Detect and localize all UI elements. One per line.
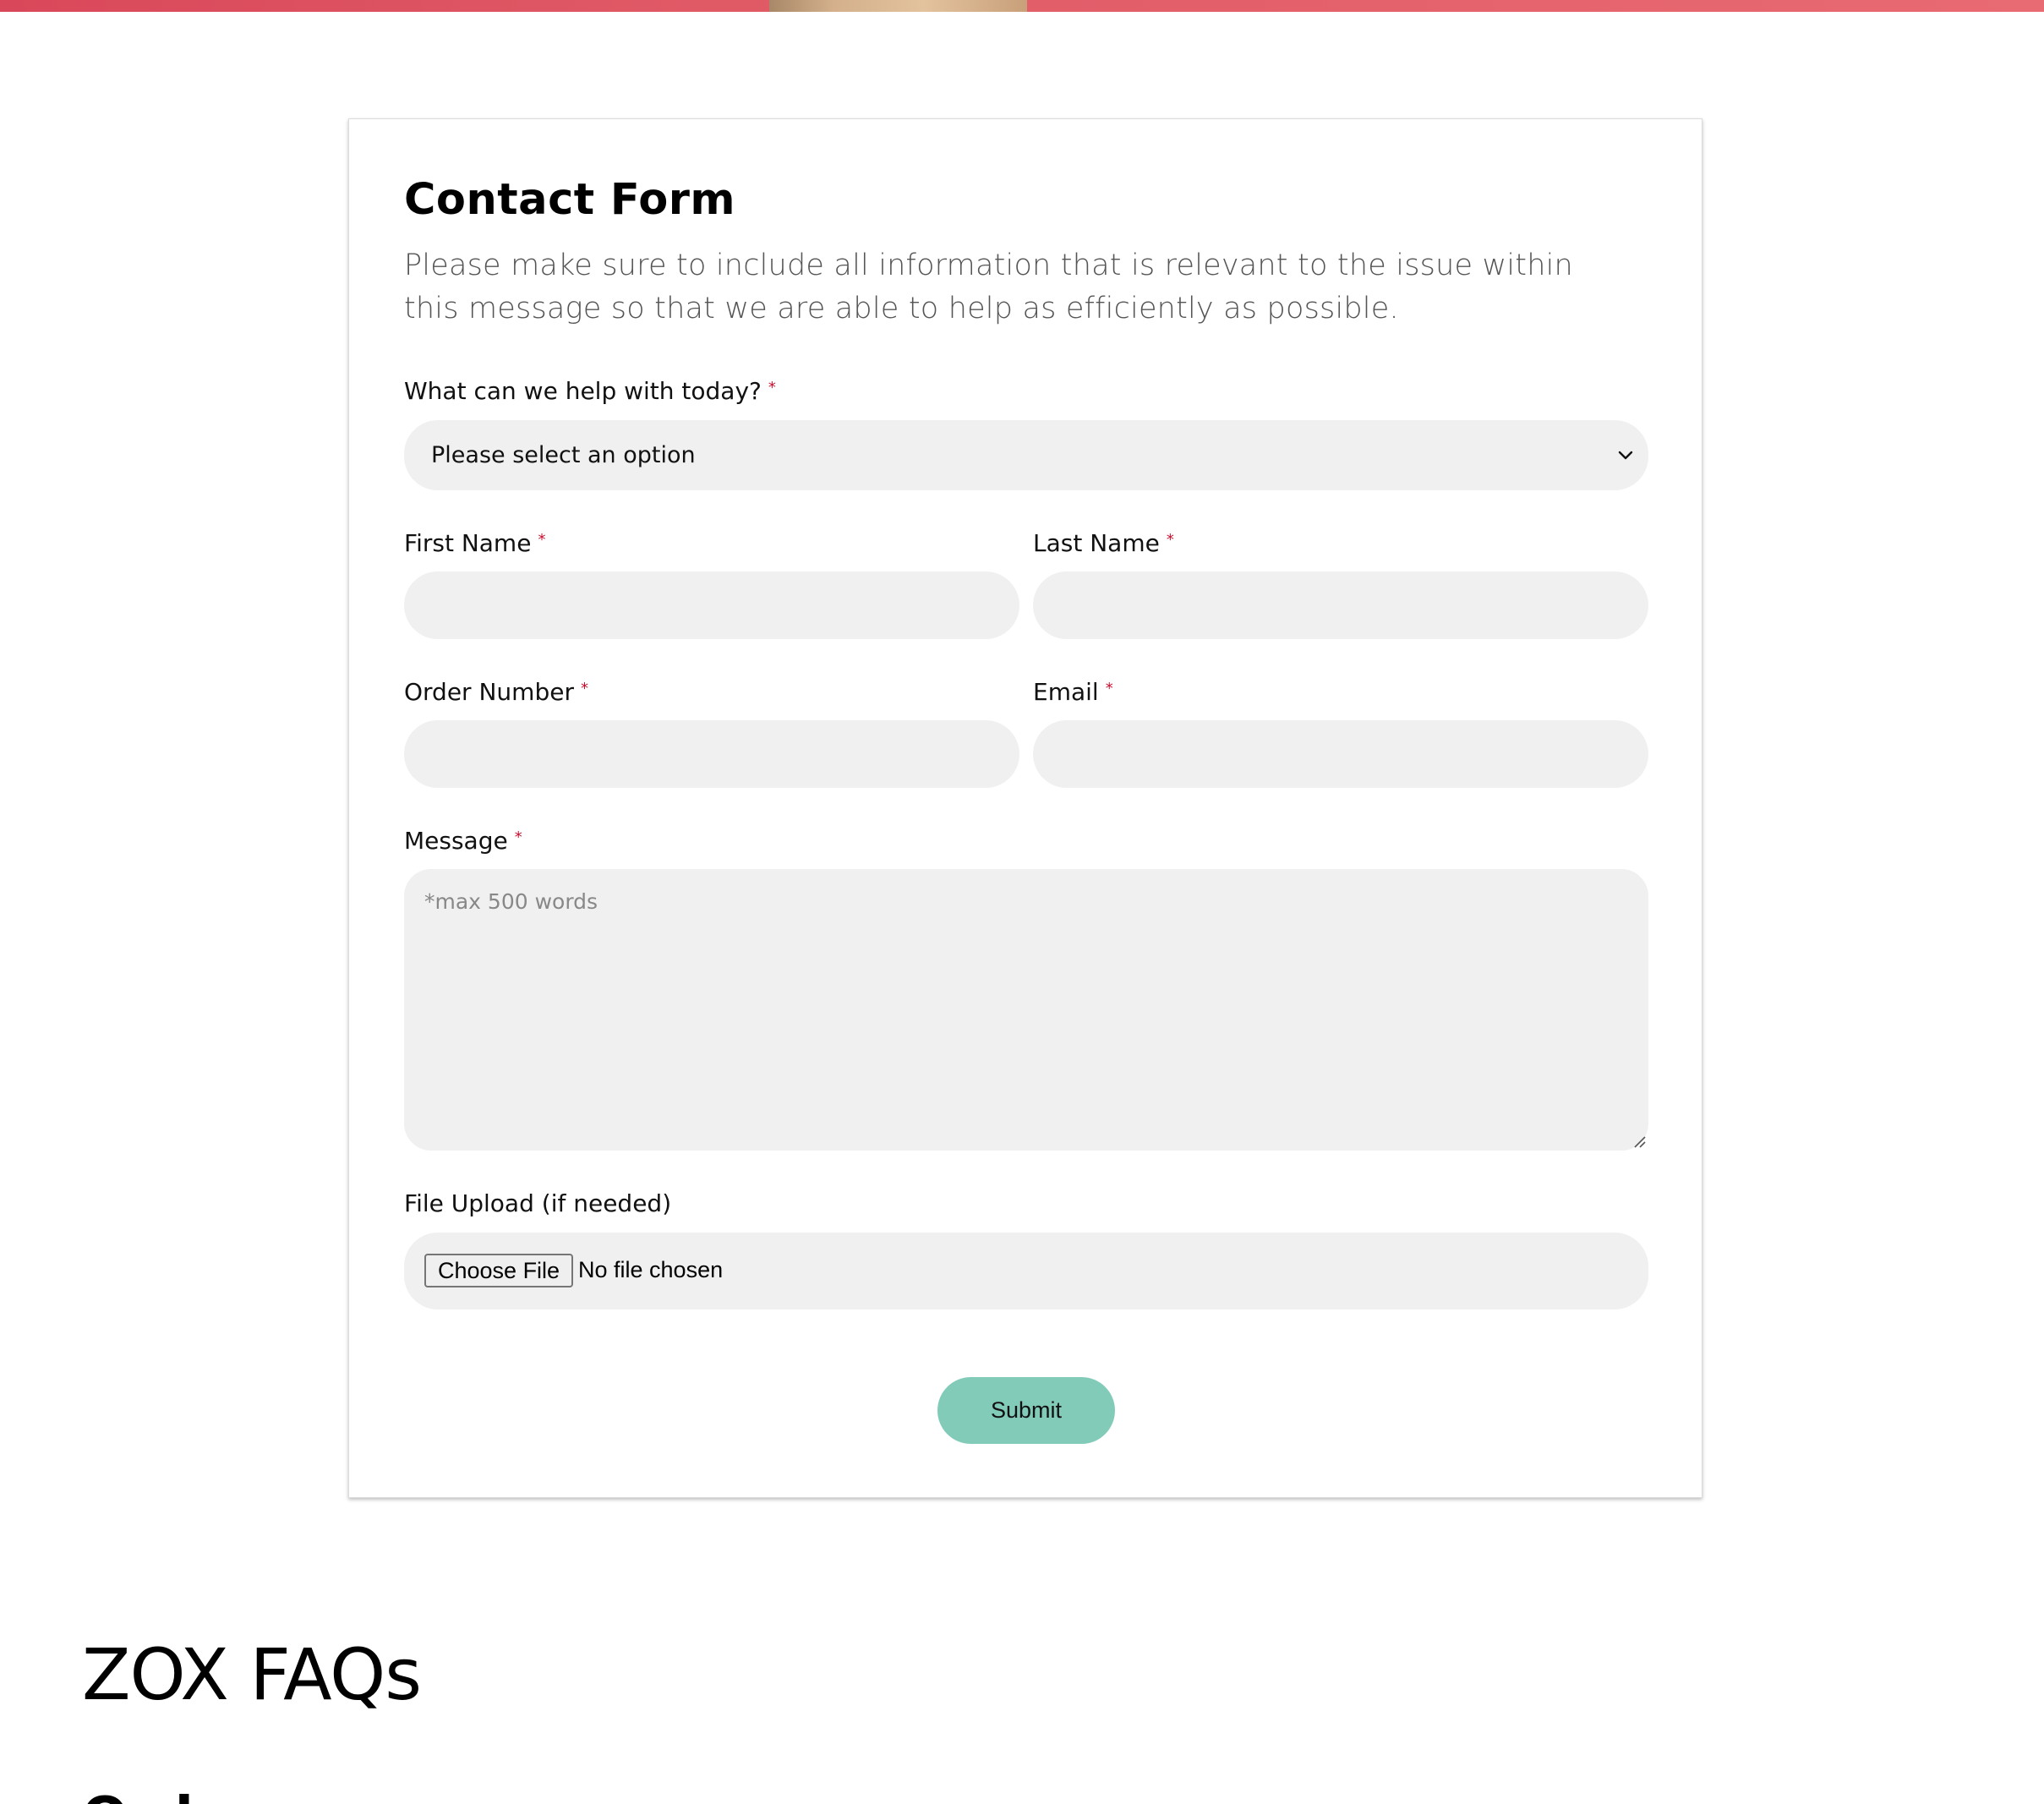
required-marker: * bbox=[580, 680, 588, 697]
order-number-label: Order Number * bbox=[404, 678, 588, 706]
faq-heading: ZOX FAQs bbox=[82, 1633, 422, 1716]
help-topic-selected-value: Please select an option bbox=[431, 442, 696, 468]
first-name-input[interactable] bbox=[404, 571, 1019, 639]
required-marker: * bbox=[1105, 680, 1113, 697]
required-marker: * bbox=[768, 379, 776, 396]
faq-section-title: Orders bbox=[82, 1784, 420, 1804]
order-number-input[interactable] bbox=[404, 720, 1019, 788]
chevron-down-icon bbox=[1618, 451, 1633, 460]
message-placeholder: *max 500 words bbox=[424, 889, 598, 914]
required-marker: * bbox=[1166, 531, 1174, 549]
email-field[interactable] bbox=[1033, 720, 1648, 788]
email-label: Email * bbox=[1033, 678, 1113, 706]
file-upload-label: File Upload (if needed) bbox=[404, 1189, 672, 1217]
required-marker: * bbox=[538, 531, 546, 549]
message-textarea[interactable]: *max 500 words bbox=[404, 869, 1648, 1151]
choose-file-button[interactable]: Choose File bbox=[424, 1254, 574, 1287]
message-label: Message * bbox=[404, 827, 522, 855]
form-title: Contact Form bbox=[404, 175, 736, 225]
help-topic-select[interactable]: Please select an option bbox=[404, 420, 1648, 490]
file-status-text: No file chosen bbox=[578, 1257, 724, 1282]
help-topic-label: What can we help with today? * bbox=[404, 377, 776, 405]
form-description: Please make sure to include all informat… bbox=[404, 249, 1573, 325]
contact-form-card: Contact Form Please make sure to include… bbox=[348, 118, 1702, 1498]
header-photo bbox=[769, 0, 1027, 12]
first-name-label: First Name * bbox=[404, 529, 546, 557]
submit-button[interactable]: Submit bbox=[937, 1377, 1115, 1444]
last-name-label: Last Name * bbox=[1033, 529, 1174, 557]
header-image-strip bbox=[0, 0, 2044, 12]
last-name-input[interactable] bbox=[1033, 571, 1648, 639]
resize-handle-icon[interactable] bbox=[1631, 1134, 1647, 1149]
required-marker: * bbox=[514, 828, 522, 846]
file-upload-field: Choose File No file chosen bbox=[404, 1233, 1648, 1309]
